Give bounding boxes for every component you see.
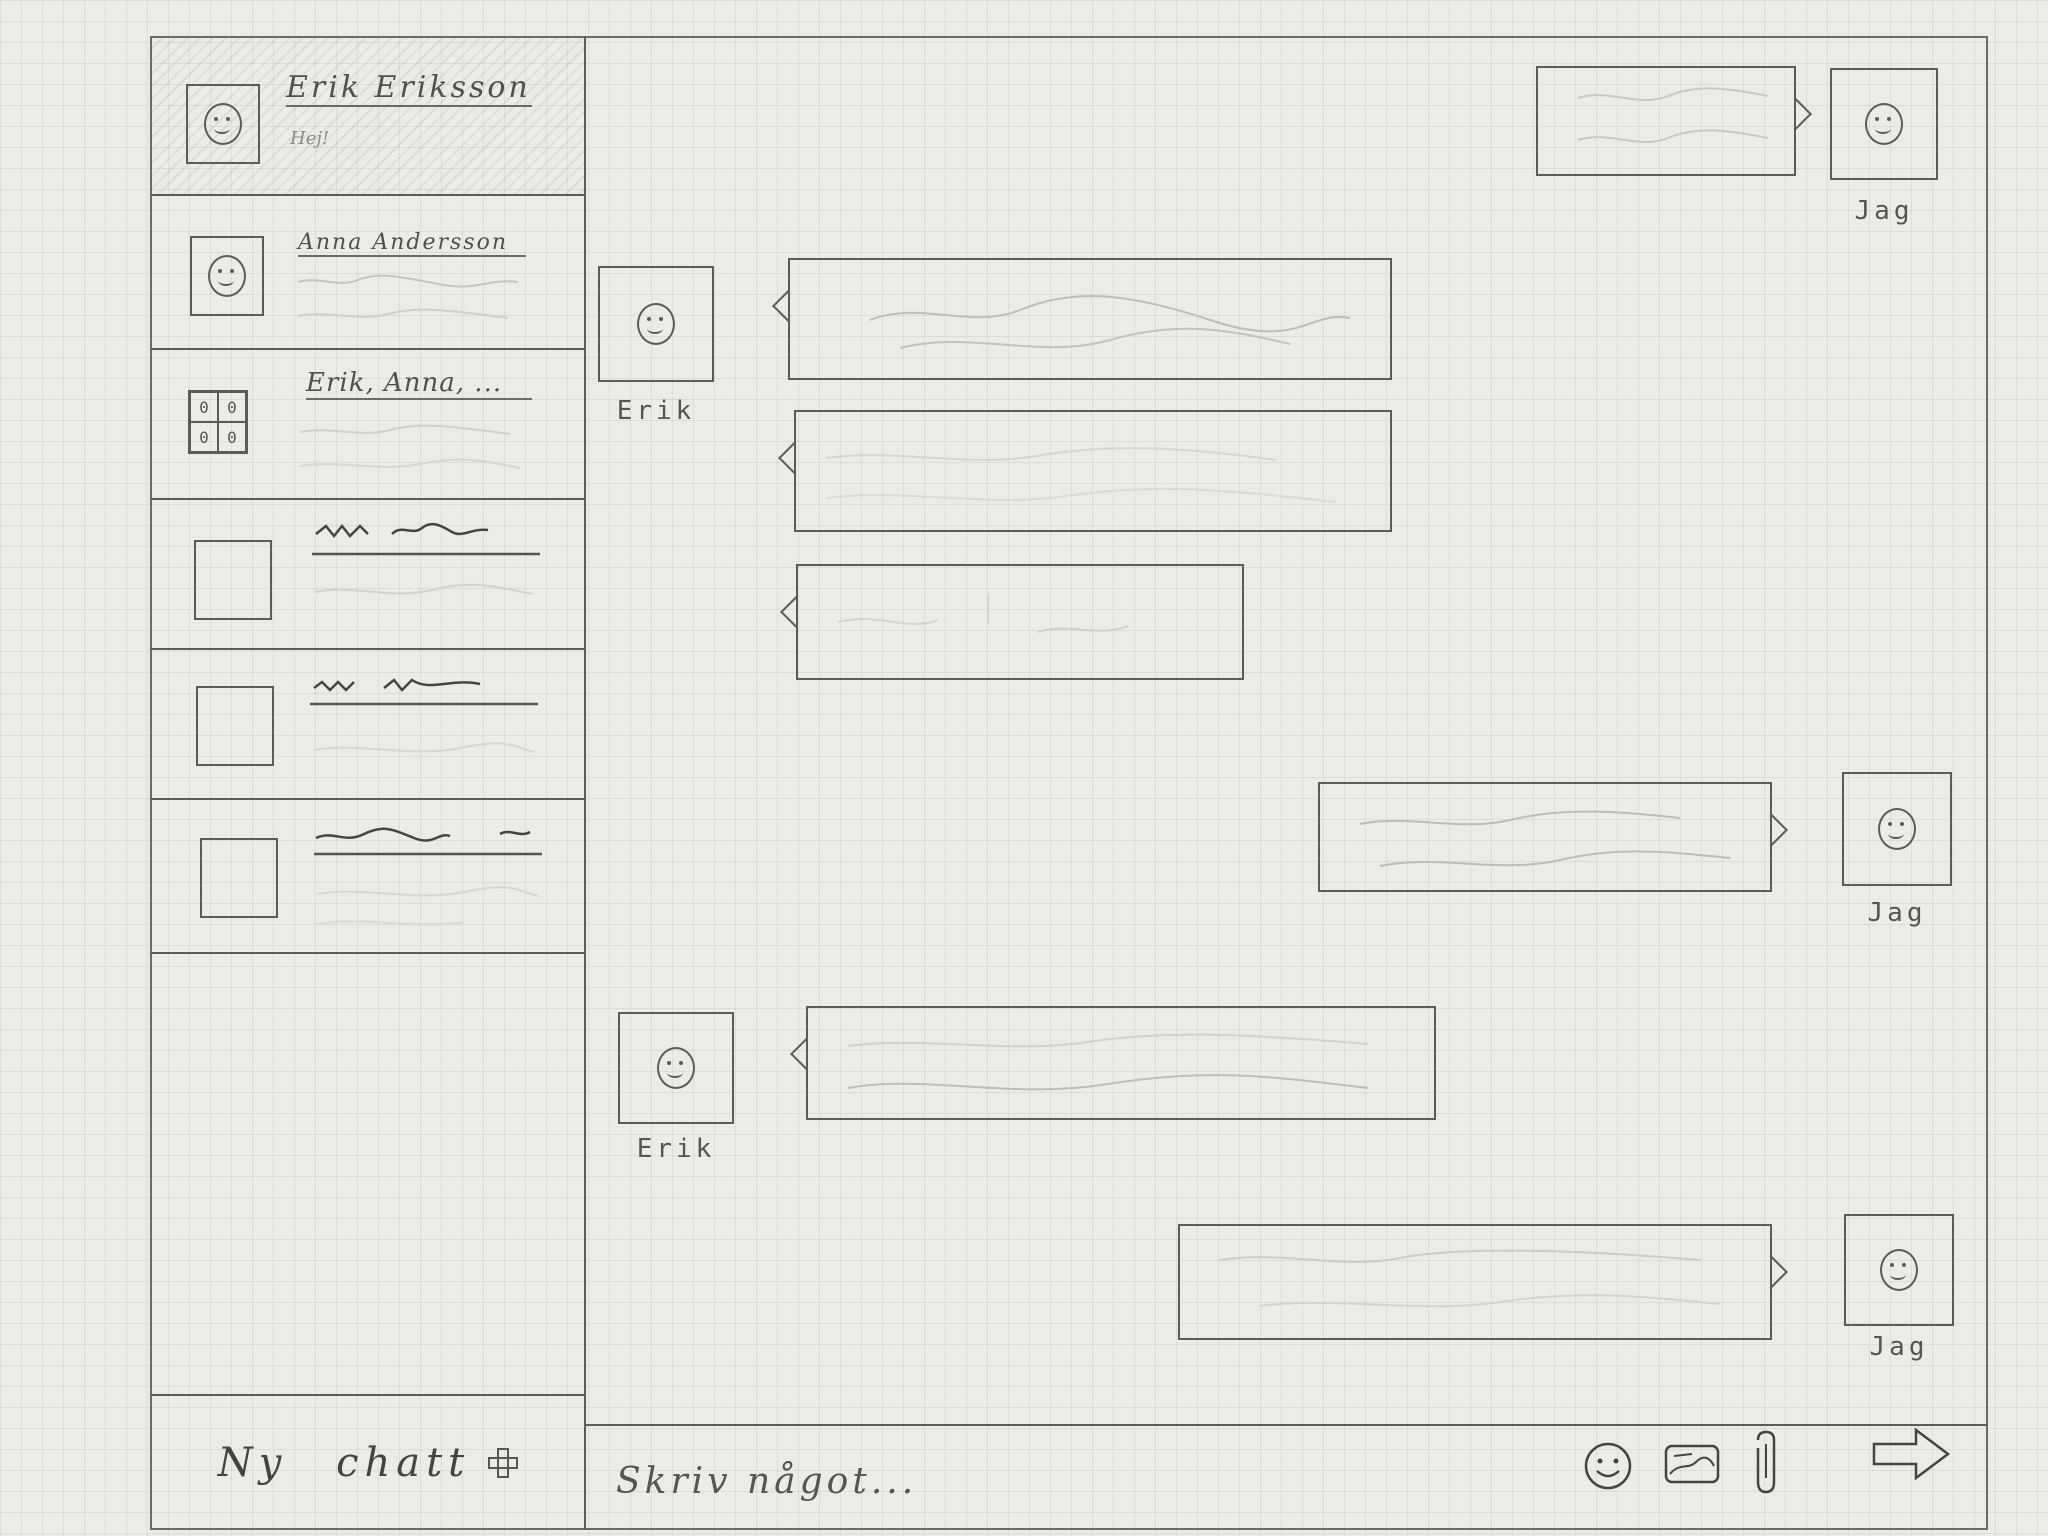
chat-preview: Hej! bbox=[290, 128, 330, 149]
message-bubble-outgoing bbox=[1178, 1224, 1772, 1340]
chat-item-placeholder[interactable] bbox=[150, 500, 584, 650]
preview-placeholder-scribble bbox=[298, 274, 519, 319]
message-text-scribble bbox=[1359, 810, 1731, 867]
avatar bbox=[186, 84, 260, 164]
sender-name: Jag bbox=[1869, 1332, 1929, 1362]
sender-avatar bbox=[618, 1012, 734, 1124]
chat-name-scribble bbox=[314, 827, 542, 926]
new-chat-button[interactable]: Ny chatt bbox=[150, 1394, 586, 1530]
chat-name: Erik, Anna, ... bbox=[306, 368, 532, 400]
chat-name: Anna Andersson bbox=[298, 230, 526, 257]
sender-name: Jag bbox=[1854, 196, 1914, 226]
message-bubble-outgoing bbox=[1318, 782, 1772, 892]
smiley-icon bbox=[1880, 1249, 1918, 1291]
sender-name: Erik bbox=[636, 1134, 716, 1164]
smiley-icon bbox=[637, 303, 675, 345]
avatar-placeholder bbox=[200, 838, 278, 918]
plus-icon bbox=[488, 1448, 519, 1478]
send-arrow-icon[interactable] bbox=[1870, 1424, 1954, 1486]
smiley-icon bbox=[204, 103, 242, 145]
attachment-icon[interactable] bbox=[1744, 1428, 1784, 1498]
sender-avatar bbox=[1844, 1214, 1954, 1326]
message-text-scribble bbox=[869, 295, 1351, 349]
preview-placeholder-scribble bbox=[300, 424, 521, 469]
new-chat-label: Ny chatt bbox=[217, 1440, 471, 1486]
message-bubble-outgoing bbox=[1536, 66, 1796, 176]
avatar bbox=[190, 236, 264, 316]
message-input[interactable] bbox=[614, 1450, 1518, 1512]
message-text-scribble bbox=[847, 1033, 1369, 1091]
message-bubble-incoming bbox=[796, 564, 1244, 680]
smiley-icon bbox=[657, 1047, 695, 1089]
message-text-scribble bbox=[837, 594, 1129, 633]
avatar-placeholder bbox=[196, 686, 274, 766]
sender-avatar bbox=[1842, 772, 1952, 886]
smiley-icon bbox=[1865, 103, 1903, 145]
emoji-icon[interactable] bbox=[1582, 1440, 1634, 1492]
message-bubble-incoming bbox=[806, 1006, 1436, 1120]
message-bubble-incoming bbox=[788, 258, 1392, 380]
sender-avatar bbox=[598, 266, 714, 382]
chat-item-erik-eriksson[interactable]: Erik Eriksson Hej! bbox=[150, 36, 584, 196]
avatar-placeholder bbox=[194, 540, 272, 620]
sender-name: Erik bbox=[616, 396, 696, 426]
chat-item-placeholder[interactable] bbox=[150, 650, 584, 800]
group-avatar-icon: 00 00 bbox=[188, 390, 248, 454]
chat-item-placeholder[interactable] bbox=[150, 800, 584, 954]
smiley-icon bbox=[208, 255, 246, 297]
sender-name: Jag bbox=[1867, 898, 1927, 928]
message-text-scribble bbox=[825, 447, 1337, 503]
chat-name: Erik Eriksson bbox=[286, 70, 532, 107]
chat-item-group[interactable]: 00 00 Erik, Anna, ... bbox=[150, 350, 584, 500]
smiley-icon bbox=[1878, 808, 1916, 850]
chat-item-anna-andersson[interactable]: Anna Andersson bbox=[150, 196, 584, 350]
message-text-scribble bbox=[1219, 1249, 1721, 1308]
image-icon[interactable] bbox=[1662, 1440, 1722, 1490]
chat-name-scribble bbox=[312, 522, 540, 595]
sender-avatar bbox=[1830, 68, 1938, 180]
message-text-scribble bbox=[1577, 87, 1769, 143]
message-bubble-incoming bbox=[794, 410, 1392, 532]
chat-name-scribble bbox=[310, 678, 538, 753]
